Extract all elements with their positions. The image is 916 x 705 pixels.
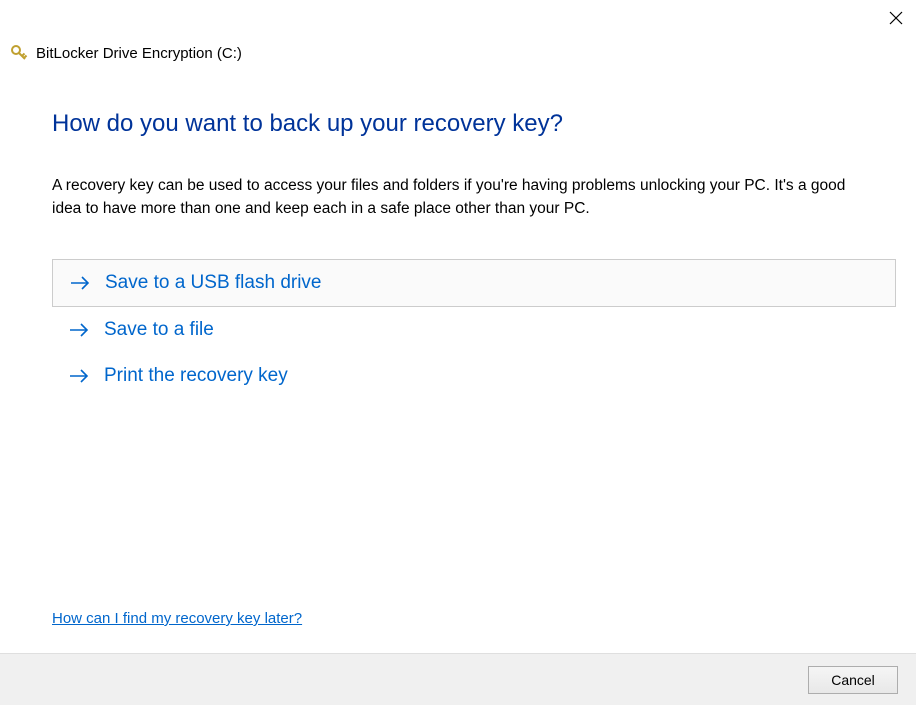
- arrow-right-icon: [68, 319, 90, 341]
- cancel-button[interactable]: Cancel: [808, 666, 898, 694]
- arrow-right-icon: [68, 365, 90, 387]
- content-area: How do you want to back up your recovery…: [52, 110, 896, 399]
- arrow-right-icon: [69, 272, 91, 294]
- option-save-usb[interactable]: Save to a USB flash drive: [52, 259, 896, 307]
- option-label: Save to a USB flash drive: [105, 272, 322, 294]
- window-header: BitLocker Drive Encryption (C:): [10, 44, 242, 62]
- page-description: A recovery key can be used to access you…: [52, 174, 872, 221]
- option-print[interactable]: Print the recovery key: [52, 353, 896, 399]
- bitlocker-key-icon: [10, 44, 28, 62]
- page-heading: How do you want to back up your recovery…: [52, 110, 896, 138]
- window-title: BitLocker Drive Encryption (C:): [36, 45, 242, 62]
- close-button[interactable]: [884, 6, 908, 30]
- close-icon: [889, 11, 903, 25]
- option-save-file[interactable]: Save to a file: [52, 307, 896, 353]
- help-link[interactable]: How can I find my recovery key later?: [52, 610, 302, 627]
- option-label: Print the recovery key: [104, 365, 288, 387]
- options-list: Save to a USB flash drive Save to a file…: [52, 259, 896, 399]
- option-label: Save to a file: [104, 319, 214, 341]
- footer-bar: Cancel: [0, 653, 916, 705]
